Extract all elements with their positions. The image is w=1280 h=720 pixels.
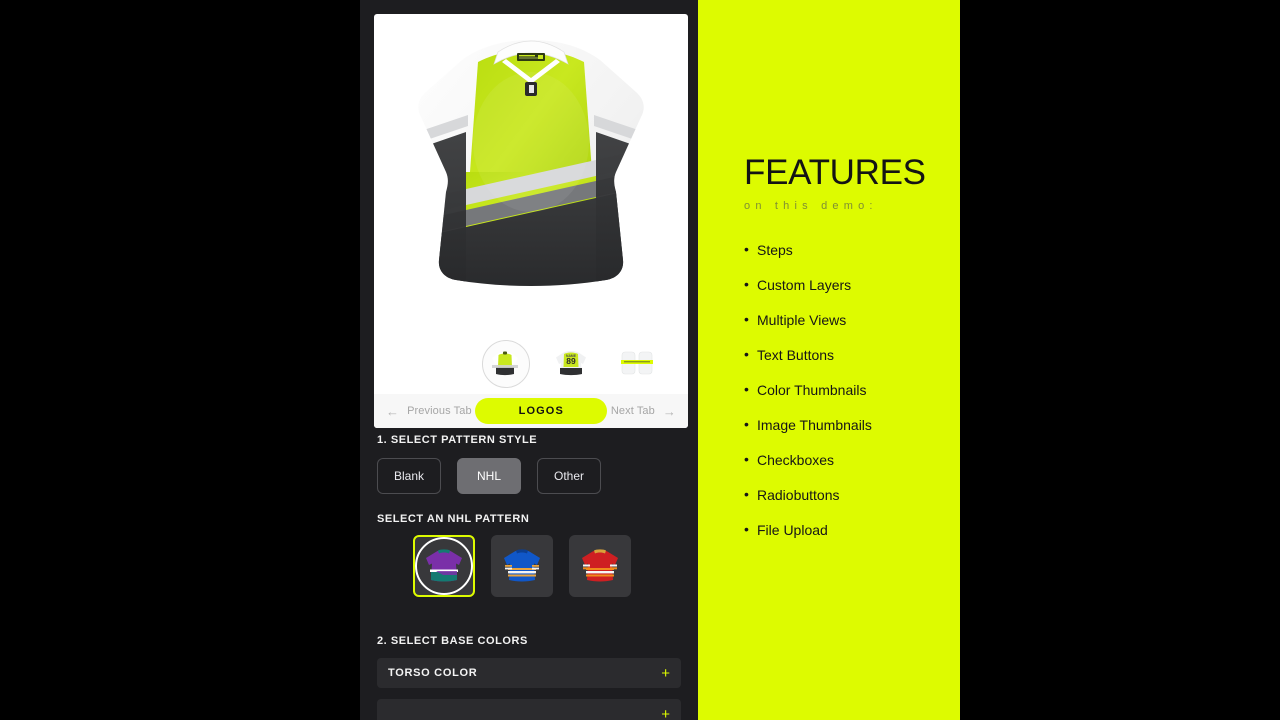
feature-item-radiobuttons: Radiobuttons xyxy=(744,486,914,503)
current-tab-button[interactable]: LOGOS xyxy=(475,398,608,424)
pattern-thumb-red-orange[interactable] xyxy=(569,535,631,597)
blue-gold-jersey-icon xyxy=(504,549,540,582)
next-tab-label: Next Tab xyxy=(610,405,655,417)
view-thumb-back[interactable]: 89 NAME xyxy=(548,340,594,386)
tab-navigation-bar: ← Previous Tab LOGOS Next Tab → xyxy=(374,394,688,428)
front-view-icon xyxy=(492,351,518,376)
feature-item-color-thumbnails: Color Thumbnails xyxy=(744,381,914,398)
previous-tab-label: Previous Tab xyxy=(407,405,472,417)
configurator-app-pane: 89 NAME ← Previous Tab LOGOS Next Tab → … xyxy=(360,0,698,720)
previous-tab-button[interactable]: ← Previous Tab xyxy=(386,405,472,418)
arrow-right-icon: → xyxy=(662,403,676,419)
accordion-torso-color[interactable]: TORSO COLOR + xyxy=(377,658,681,688)
accordion-torso-color-label: TORSO COLOR xyxy=(388,667,478,679)
plus-icon[interactable]: + xyxy=(661,666,670,681)
plus-icon[interactable]: + xyxy=(661,707,670,720)
next-tab-button[interactable]: Next Tab → xyxy=(611,405,676,418)
pattern-style-button-row: Blank NHL Other xyxy=(377,458,681,494)
view-thumbnail-row: 89 NAME xyxy=(374,332,688,394)
feature-item-text-buttons: Text Buttons xyxy=(744,346,914,363)
screenshot-stage: 89 NAME ← Previous Tab LOGOS Next Tab → … xyxy=(0,0,1280,720)
back-view-icon: 89 NAME xyxy=(556,351,586,376)
pattern-style-other-button[interactable]: Other xyxy=(537,458,601,494)
nhl-pattern-subtitle: SELECT AN NHL PATTERN xyxy=(377,513,530,525)
red-orange-jersey-icon xyxy=(582,549,618,582)
back-name-text: NAME xyxy=(566,354,577,358)
feature-item-steps: Steps xyxy=(744,241,914,258)
pattern-style-blank-button[interactable]: Blank xyxy=(377,458,441,494)
feature-item-checkboxes: Checkboxes xyxy=(744,451,914,468)
accordion-secondary-color[interactable]: + xyxy=(377,699,681,720)
feature-item-file-upload: File Upload xyxy=(744,521,914,538)
jersey-render-stage[interactable] xyxy=(374,14,688,332)
features-pane: FEATURES on this demo: Steps Custom Laye… xyxy=(698,0,960,720)
sleeves-view-icon xyxy=(621,351,653,375)
pattern-thumb-purple-teal[interactable] xyxy=(413,535,475,597)
nhl-pattern-thumbnail-row xyxy=(413,535,681,597)
jersey-front-illustration xyxy=(418,40,644,286)
controls-panel: 1. SELECT PATTERN STYLE Blank NHL Other … xyxy=(360,434,698,720)
features-subtitle: on this demo: xyxy=(744,200,878,212)
step-1-title: 1. SELECT PATTERN STYLE xyxy=(377,434,538,446)
step-2-title: 2. SELECT BASE COLORS xyxy=(377,635,528,647)
pattern-style-nhl-button[interactable]: NHL xyxy=(457,458,521,494)
features-title: FEATURES xyxy=(744,153,926,192)
arrow-left-icon: ← xyxy=(386,403,400,419)
feature-item-image-thumbnails: Image Thumbnails xyxy=(744,416,914,433)
pattern-thumb-blue-gold[interactable] xyxy=(491,535,553,597)
view-thumb-front[interactable] xyxy=(482,340,530,388)
features-list: Steps Custom Layers Multiple Views Text … xyxy=(744,241,914,538)
feature-item-custom-layers: Custom Layers xyxy=(744,276,914,293)
feature-item-multiple-views: Multiple Views xyxy=(744,311,914,328)
purple-teal-jersey-icon xyxy=(426,549,462,582)
view-thumb-sleeves[interactable] xyxy=(614,340,660,386)
jersey-preview-card: 89 NAME ← Previous Tab LOGOS Next Tab → xyxy=(374,14,688,428)
